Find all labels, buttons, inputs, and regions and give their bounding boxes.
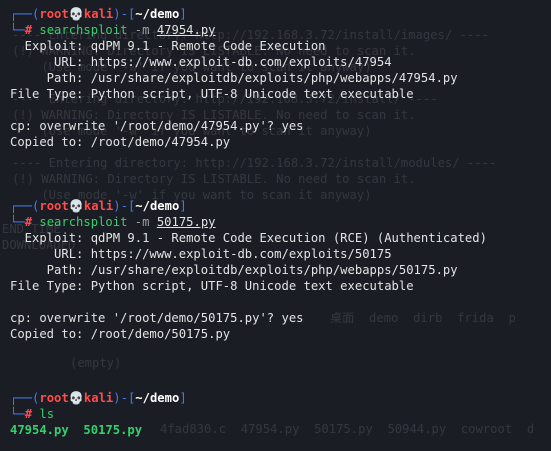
- prompt-host: kali: [83, 199, 114, 213]
- output-line: Path: /usr/share/exploitdb/exploits/php/…: [10, 263, 458, 277]
- prompt-corner: └─: [10, 407, 25, 421]
- command-line[interactable]: └─# searchsploit -m 47954.py: [10, 22, 551, 38]
- prompt-bracket: ]: [179, 199, 187, 213]
- prompt-hash: #: [24, 23, 33, 37]
- terminal-output: ┌──(root💀kali)-[~/demo] └─# searchsploit…: [10, 6, 551, 438]
- output-line: Copied to: /root/demo/50175.py: [10, 327, 231, 341]
- command-flag: -m: [134, 23, 150, 37]
- command-argument[interactable]: 47954.py: [157, 23, 216, 37]
- prompt-bracket: ┌──(: [10, 199, 40, 213]
- prompt-directory: ~/demo: [135, 7, 180, 21]
- prompt-user: root: [39, 391, 69, 405]
- output-line: File Type: Python script, UTF-8 Unicode …: [10, 87, 414, 101]
- command-line[interactable]: └─# searchsploit -m 50175.py: [10, 214, 551, 230]
- command-argument[interactable]: 50175.py: [157, 215, 216, 229]
- output-line: URL: https://www.exploit-db.com/exploits…: [10, 55, 392, 69]
- output-line: cp: overwrite '/root/demo/47954.py'? yes: [10, 119, 304, 133]
- prompt-corner: └─: [10, 23, 25, 37]
- prompt-hash: #: [24, 215, 33, 229]
- command-name: searchsploit: [39, 215, 128, 229]
- prompt-bracket: ]: [179, 7, 187, 21]
- prompt-bracket: ]: [179, 391, 187, 405]
- skull-icon: 💀: [68, 7, 84, 21]
- prompt-line: ┌──(root💀kali)-[~/demo]: [10, 198, 551, 214]
- skull-icon: 💀: [68, 391, 84, 405]
- prompt-host: kali: [83, 7, 114, 21]
- prompt-line: ┌──(root💀kali)-[~/demo]: [10, 390, 551, 406]
- output-line: File Type: Python script, UTF-8 Unicode …: [10, 279, 414, 293]
- prompt-bracket: )-[: [113, 391, 136, 405]
- skull-icon: 💀: [68, 199, 84, 213]
- file-entry[interactable]: 50175.py: [83, 423, 142, 437]
- output-line: Path: /usr/share/exploitdb/exploits/php/…: [10, 71, 458, 85]
- output-line: cp: overwrite '/root/demo/50175.py'? yes: [10, 311, 304, 325]
- prompt-directory: ~/demo: [135, 391, 180, 405]
- prompt-bracket: )-[: [113, 7, 136, 21]
- output-line: Copied to: /root/demo/47954.py: [10, 135, 231, 149]
- file-entry[interactable]: 47954.py: [10, 423, 69, 437]
- command-flag: -m: [134, 215, 150, 229]
- prompt-directory: ~/demo: [135, 199, 180, 213]
- prompt-host: kali: [83, 391, 114, 405]
- command-name: ls: [39, 407, 55, 421]
- prompt-bracket: )-[: [113, 199, 136, 213]
- prompt-user: root: [39, 7, 69, 21]
- prompt-user: root: [39, 199, 69, 213]
- prompt-corner: └─: [10, 215, 25, 229]
- prompt-line: ┌──(root💀kali)-[~/demo]: [10, 6, 551, 22]
- output-line: Exploit: qdPM 9.1 - Remote Code Executio…: [10, 39, 326, 53]
- output-line: URL: https://www.exploit-db.com/exploits…: [10, 247, 392, 261]
- command-line[interactable]: └─# ls: [10, 406, 551, 422]
- prompt-bracket: ┌──(: [10, 391, 40, 405]
- prompt-hash: #: [24, 407, 33, 421]
- command-name: searchsploit: [39, 23, 128, 37]
- prompt-bracket: ┌──(: [10, 7, 40, 21]
- ls-output: 47954.py 50175.py: [10, 422, 551, 438]
- output-line: Exploit: qdPM 9.1 - Remote Code Executio…: [10, 231, 487, 245]
